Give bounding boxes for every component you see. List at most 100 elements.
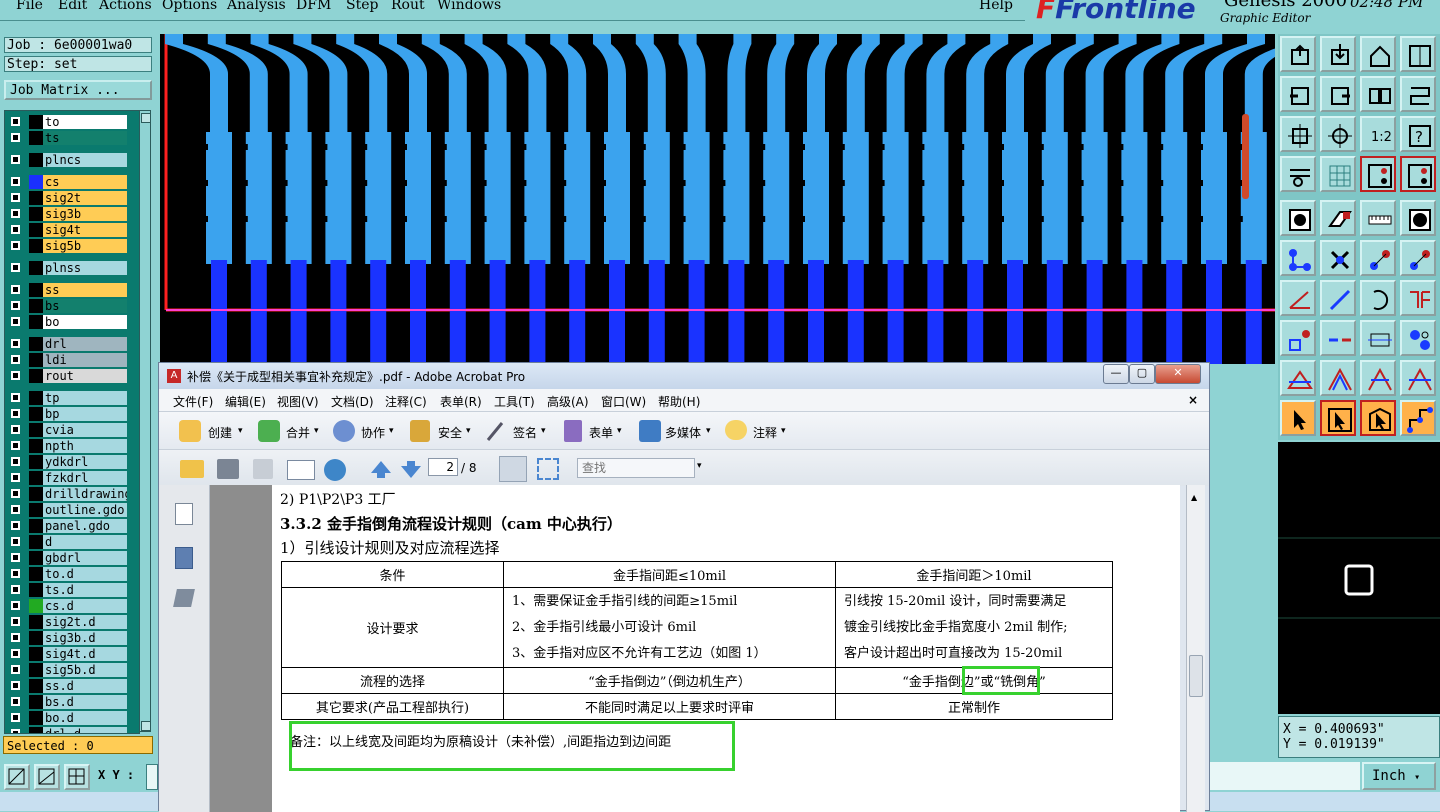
layer-name[interactable]: sig5b	[43, 239, 127, 253]
layer-row[interactable]: drilldrawing	[7, 487, 127, 501]
collaborate-icon[interactable]	[333, 420, 355, 442]
zoom-center-icon[interactable]	[1320, 116, 1356, 152]
unit-selector[interactable]: Inch ▾	[1362, 762, 1436, 790]
layer-row[interactable]: drl	[7, 337, 127, 351]
layer-name[interactable]: sig5b.d	[43, 663, 127, 677]
layer-name[interactable]: rout	[43, 369, 127, 383]
scroll-down-arrow-icon[interactable]	[141, 721, 151, 731]
layer-checkbox[interactable]	[11, 209, 20, 218]
layer-checkbox[interactable]	[11, 713, 20, 722]
forms-icon[interactable]	[564, 420, 582, 442]
create-icon[interactable]	[179, 420, 201, 442]
multimedia-button[interactable]: 多媒体	[665, 424, 701, 441]
layer-compare-2-icon[interactable]	[1400, 156, 1436, 192]
break-line-icon[interactable]	[1320, 320, 1356, 356]
layer-name[interactable]: cs.d	[43, 599, 127, 613]
layer-name[interactable]: bs	[43, 299, 127, 313]
layer-name[interactable]: drl	[43, 337, 127, 351]
menu-tools-cn[interactable]: 工具(T)	[494, 393, 535, 410]
menu-analysis[interactable]: Analysis	[227, 0, 286, 13]
grid-snap-icon[interactable]	[64, 764, 90, 790]
layer-row[interactable]: fzkdrl	[7, 471, 127, 485]
open-folder-icon[interactable]	[180, 460, 204, 478]
layer-row[interactable]: ss	[7, 283, 127, 297]
layer-name[interactable]: tp	[43, 391, 127, 405]
menu-advanced-cn[interactable]: 高级(A)	[547, 393, 589, 410]
menu-file[interactable]: File	[16, 0, 43, 13]
layer-name[interactable]: ts.d	[43, 583, 127, 597]
arch-select-2-icon[interactable]	[1400, 360, 1436, 396]
layer-checkbox[interactable]	[11, 339, 20, 348]
create-button[interactable]: 创建	[208, 424, 232, 441]
pages-panel-icon[interactable]	[175, 503, 193, 525]
layer-name[interactable]: panel.gdo	[43, 519, 127, 533]
print-icon[interactable]	[217, 459, 239, 479]
scroll-thumb[interactable]	[1189, 655, 1203, 697]
combine-button[interactable]: 合并	[286, 424, 310, 441]
triangle-select-icon[interactable]	[1280, 360, 1316, 396]
window-layout-icon[interactable]	[1400, 36, 1436, 72]
layer-checkbox[interactable]	[11, 681, 20, 690]
layer-name[interactable]: outline.gdo	[43, 503, 127, 517]
collaborate-button[interactable]: 协作	[361, 424, 385, 441]
layer-checkbox[interactable]	[11, 441, 20, 450]
move-pad-icon[interactable]	[1360, 240, 1396, 276]
display-settings-icon[interactable]	[1280, 156, 1316, 192]
layer-checkbox[interactable]	[11, 505, 20, 514]
layer-checkbox[interactable]	[11, 489, 20, 498]
line-draw-icon[interactable]	[1320, 280, 1356, 316]
menu-dfm[interactable]: DFM	[296, 0, 331, 13]
layer-checkbox[interactable]	[11, 263, 20, 272]
lock-icon[interactable]	[410, 420, 430, 442]
connect-pads-icon[interactable]	[1280, 240, 1316, 276]
layer-row[interactable]: outline.gdo	[7, 503, 127, 517]
layer-row[interactable]: to	[7, 115, 127, 129]
add-via-icon[interactable]	[1280, 320, 1316, 356]
menu-help-cn[interactable]: 帮助(H)	[658, 393, 700, 410]
layer-row[interactable]: sig5b.d	[7, 663, 127, 677]
sign-button[interactable]: 签名	[513, 424, 537, 441]
layer-checkbox[interactable]	[11, 193, 20, 202]
menu-window-cn[interactable]: 窗口(W)	[601, 393, 646, 410]
zoom-box-icon[interactable]	[4, 764, 30, 790]
upload-globe-icon[interactable]	[324, 459, 346, 481]
layer-name[interactable]: ss	[43, 283, 127, 297]
layer-name[interactable]: sig2t	[43, 191, 127, 205]
page-number-input[interactable]	[428, 458, 458, 476]
zoom-fit-icon[interactable]	[1280, 116, 1316, 152]
comment-icon[interactable]	[725, 420, 747, 440]
layer-row[interactable]: ldi	[7, 353, 127, 367]
select-net-icon[interactable]	[1400, 400, 1436, 436]
layer-checkbox[interactable]	[11, 155, 20, 164]
help-icon[interactable]: ?	[1400, 116, 1436, 152]
layer-checkbox[interactable]	[11, 617, 20, 626]
layer-row[interactable]: to.d	[7, 567, 127, 581]
pad-icon[interactable]	[1280, 200, 1316, 236]
menu-forms-cn[interactable]: 表单(R)	[440, 393, 482, 410]
layer-row[interactable]: ts.d	[7, 583, 127, 597]
layer-name[interactable]: to.d	[43, 567, 127, 581]
close-icon[interactable]: ✕	[1155, 364, 1201, 384]
forms-button[interactable]: 表单	[589, 424, 613, 441]
layer-checkbox[interactable]	[11, 317, 20, 326]
save-icon[interactable]	[253, 459, 273, 479]
layer-row[interactable]: sig4t.d	[7, 647, 127, 661]
sign-pen-icon[interactable]	[485, 420, 505, 442]
menu-view-cn[interactable]: 视图(V)	[277, 393, 319, 410]
home-view-icon[interactable]	[1360, 36, 1396, 72]
grid-display-icon[interactable]	[1320, 156, 1356, 192]
menu-edit-cn[interactable]: 编辑(E)	[225, 393, 266, 410]
layer-list[interactable]: to ts plncs cs sig2t sig3b sig4t sig5b plnss ss bs…	[4, 110, 140, 734]
close-doc-icon[interactable]: ×	[1188, 393, 1198, 407]
layer-scrollbar[interactable]	[139, 110, 151, 732]
layer-checkbox[interactable]	[11, 177, 20, 186]
menu-comment-cn[interactable]: 注释(C)	[385, 393, 427, 410]
layer-row[interactable]: ydkdrl	[7, 455, 127, 469]
maximize-icon[interactable]: ▢	[1129, 364, 1155, 384]
layer-name[interactable]: ts	[43, 131, 127, 145]
email-icon[interactable]	[287, 460, 315, 480]
layer-checkbox[interactable]	[11, 117, 20, 126]
pcb-canvas[interactable]	[160, 34, 1275, 364]
layer-name[interactable]: sig4t	[43, 223, 127, 237]
layer-checkbox[interactable]	[11, 457, 20, 466]
